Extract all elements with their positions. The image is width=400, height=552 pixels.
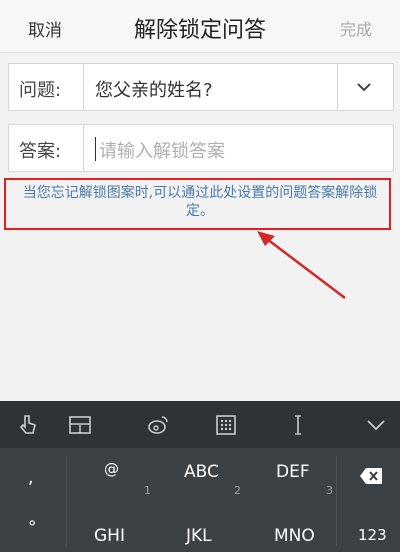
key-ghi[interactable]: GHI — [66, 500, 156, 552]
keyboard-layout-icon[interactable] — [68, 413, 92, 437]
question-select[interactable]: 您父亲的姓名? — [95, 76, 213, 102]
key-degree[interactable]: ° — [0, 500, 66, 552]
question-label: 问题: — [19, 80, 62, 101]
key-def[interactable]: DEF 3 — [248, 448, 336, 500]
keyboard-toolbar — [0, 401, 400, 448]
done-button[interactable]: 完成 — [340, 16, 372, 40]
question-row[interactable]: 问题: 您父亲的姓名? — [8, 63, 394, 111]
text-cursor — [95, 137, 96, 161]
key-at[interactable]: @ 1 — [66, 448, 156, 500]
cursor-icon[interactable] — [286, 413, 310, 437]
annotation-arrow-icon — [257, 231, 346, 299]
title-bar: 取消 解除锁定问答 完成 — [0, 0, 400, 53]
collapse-keyboard-icon[interactable] — [364, 413, 388, 437]
divider — [337, 64, 338, 110]
gesture-hand-icon[interactable] — [16, 413, 40, 437]
answer-row[interactable]: 答案: 请输入解锁答案 — [8, 124, 394, 172]
weibo-icon[interactable] — [146, 413, 170, 437]
backspace-icon — [360, 468, 382, 484]
backspace-key[interactable] — [336, 448, 400, 500]
key-123[interactable]: 123 — [336, 500, 400, 552]
answer-input[interactable]: 请输入解锁答案 — [99, 137, 225, 163]
answer-label: 答案: — [19, 141, 62, 162]
divider — [83, 64, 84, 110]
key-abc[interactable]: ABC 2 — [156, 448, 248, 500]
numpad-icon[interactable] — [214, 413, 238, 437]
hint-text: 当您忘记解锁图案时,可以通过此处设置的问题答案解除锁定。 — [22, 185, 378, 219]
chevron-down-icon[interactable] — [353, 76, 375, 98]
key-mno[interactable]: MNO — [248, 500, 336, 552]
key-jkl[interactable]: JKL — [156, 500, 248, 552]
divider — [83, 125, 84, 171]
keyboard: , @ 1 ABC 2 DEF 3 ° GHI JKL MNO 123 — [0, 448, 400, 552]
key-comma[interactable]: , — [0, 448, 66, 500]
